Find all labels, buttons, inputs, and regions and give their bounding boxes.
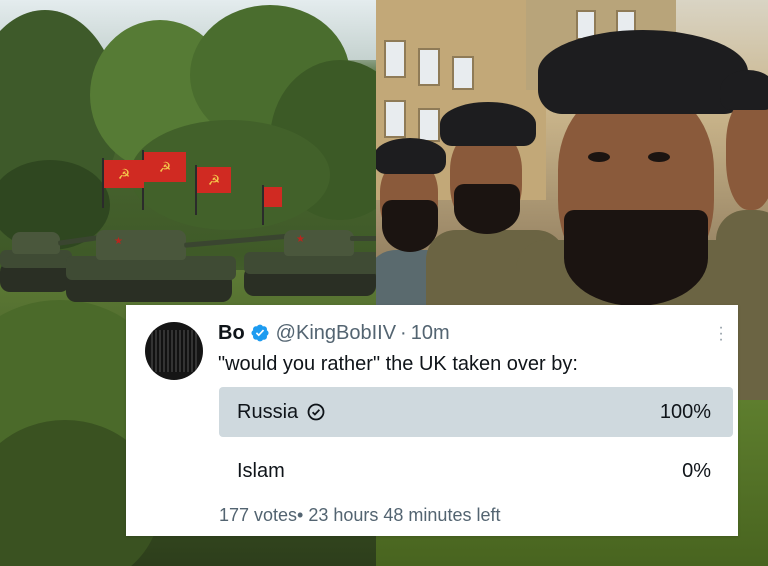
poll-footer: 177 votes• 23 hours 48 minutes left <box>219 505 501 525</box>
author-handle[interactable]: @KingBobIIV <box>276 322 396 345</box>
tweet-card: Bo @KingBobIIV · 10m · · · "would you rath… <box>126 305 738 536</box>
tweet-time[interactable]: 10m <box>411 322 450 345</box>
poll-option-label: Islam <box>237 460 285 482</box>
poll-option-russia: Russia 100% <box>219 387 733 437</box>
separator-dot: · <box>400 321 407 344</box>
check-circle-icon <box>306 402 326 422</box>
avatar[interactable] <box>145 322 203 380</box>
poll-option-percent: 100% <box>659 401 711 423</box>
poll-option-label: Russia <box>237 401 299 423</box>
tweet-text: "would you rather" the UK taken over by: <box>218 353 578 375</box>
verified-badge-icon <box>250 323 270 343</box>
poll-option-islam: Islam 0% <box>219 446 733 496</box>
tweet-header: Bo @KingBobIIV · 10m <box>218 319 450 347</box>
author-name[interactable]: Bo <box>218 322 245 345</box>
more-options-icon[interactable]: · · · <box>714 320 728 348</box>
poll-option-percent: 0% <box>682 460 711 482</box>
